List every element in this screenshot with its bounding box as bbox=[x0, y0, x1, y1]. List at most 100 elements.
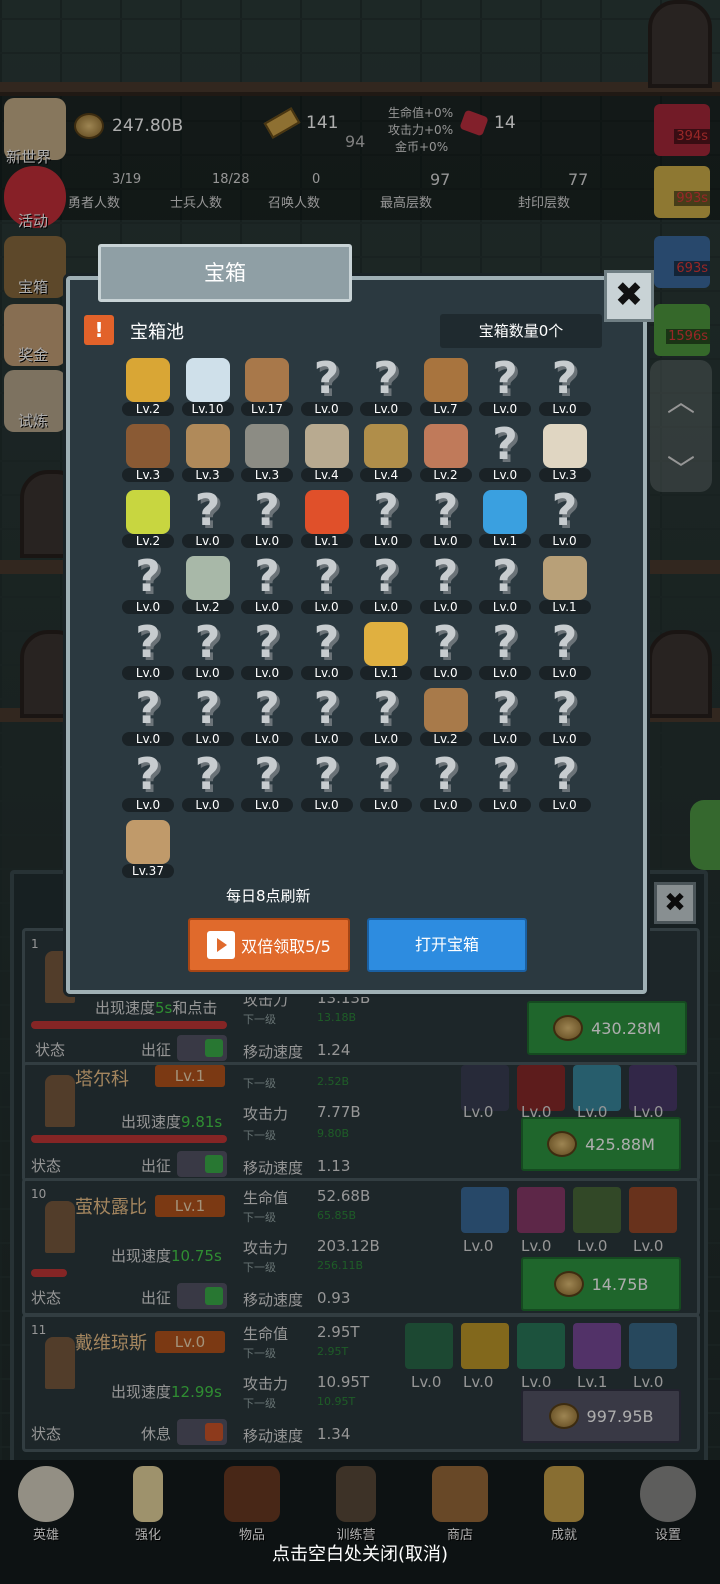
chest-item-cell[interactable]: Lv.4 bbox=[297, 422, 357, 486]
chest-item-cell[interactable]: Lv.37 bbox=[118, 818, 178, 882]
item-level: Lv.1 bbox=[360, 666, 412, 680]
unknown-item-icon: ? bbox=[492, 551, 518, 602]
chest-item-cell[interactable]: ? Lv.0 bbox=[237, 488, 297, 552]
video-play-icon bbox=[207, 931, 236, 959]
chest-item-cell[interactable]: ? Lv.0 bbox=[178, 752, 238, 816]
chest-item-cell[interactable]: ? Lv.0 bbox=[356, 554, 416, 618]
chest-item-cell[interactable]: ? Lv.0 bbox=[416, 554, 476, 618]
unknown-item-icon: ? bbox=[551, 617, 578, 668]
chest-item-cell[interactable]: Lv.1 bbox=[297, 488, 357, 552]
unknown-item-icon: ? bbox=[373, 353, 399, 404]
chest-item-cell[interactable]: ? Lv.0 bbox=[356, 488, 416, 552]
chest-item-cell[interactable]: ? Lv.0 bbox=[178, 620, 238, 684]
short-sword-icon bbox=[185, 424, 230, 468]
unknown-item-icon: ? bbox=[551, 683, 578, 734]
item-level: Lv.1 bbox=[479, 534, 531, 548]
chest-item-cell[interactable]: ? Lv.0 bbox=[237, 554, 297, 618]
chest-item-cell[interactable]: Lv.3 bbox=[118, 422, 178, 486]
chest-item-cell[interactable]: ? Lv.0 bbox=[535, 488, 595, 552]
unknown-item-icon: ? bbox=[432, 551, 459, 602]
chest-item-cell[interactable]: ? Lv.0 bbox=[356, 686, 416, 750]
item-level: Lv.0 bbox=[241, 600, 293, 614]
chest-item-cell[interactable]: ? Lv.0 bbox=[237, 686, 297, 750]
chest-item-cell[interactable]: ? Lv.0 bbox=[475, 752, 535, 816]
item-level: Lv.0 bbox=[479, 732, 531, 746]
item-level: Lv.0 bbox=[419, 534, 472, 548]
unknown-item-icon: ? bbox=[373, 551, 399, 602]
unknown-item-icon: ? bbox=[551, 485, 578, 536]
chest-item-cell[interactable]: ? Lv.0 bbox=[475, 554, 535, 618]
chest-item-cell[interactable]: ? Lv.0 bbox=[297, 752, 357, 816]
chest-item-cell[interactable]: ? Lv.0 bbox=[237, 620, 297, 684]
item-level: Lv.0 bbox=[122, 798, 174, 812]
diamond-icon bbox=[185, 358, 230, 402]
chest-item-cell[interactable]: ? Lv.0 bbox=[535, 686, 595, 750]
chest-item-cell[interactable]: ? Lv.0 bbox=[178, 488, 238, 552]
unknown-item-icon: ? bbox=[254, 551, 280, 602]
wood-sword-icon bbox=[245, 358, 289, 402]
chest-item-cell[interactable]: Lv.3 bbox=[535, 422, 595, 486]
unknown-item-icon: ? bbox=[313, 749, 340, 800]
unknown-item-icon: ? bbox=[313, 617, 340, 668]
chest-item-cell[interactable]: Lv.3 bbox=[237, 422, 297, 486]
chest-item-cell[interactable]: Lv.2 bbox=[118, 356, 178, 420]
chest-item-cell[interactable]: ? Lv.0 bbox=[535, 620, 595, 684]
unknown-item-icon: ? bbox=[492, 353, 518, 404]
chest-item-cell[interactable]: Lv.2 bbox=[416, 686, 476, 750]
chest-item-cell[interactable]: Lv.2 bbox=[178, 554, 238, 618]
chest-item-cell[interactable]: ? Lv.0 bbox=[535, 356, 595, 420]
double-claim-button[interactable]: 双倍领取5/5 bbox=[188, 918, 350, 972]
chest-item-cell[interactable]: ? Lv.0 bbox=[356, 752, 416, 816]
chest-item-cell[interactable]: Lv.2 bbox=[118, 488, 178, 552]
chest-item-cell[interactable]: ? Lv.0 bbox=[535, 752, 595, 816]
item-level: Lv.2 bbox=[122, 534, 174, 548]
chest-item-cell[interactable]: ? Lv.0 bbox=[297, 554, 357, 618]
chest-item-cell[interactable]: ? Lv.0 bbox=[416, 488, 476, 552]
blue-potion-icon bbox=[483, 490, 527, 534]
item-level: Lv.0 bbox=[538, 534, 591, 548]
chest-item-cell[interactable]: Lv.7 bbox=[416, 356, 476, 420]
close-icon[interactable]: ✖ bbox=[604, 270, 654, 322]
chest-item-cell[interactable]: Lv.2 bbox=[416, 422, 476, 486]
chest-item-cell[interactable]: ? Lv.0 bbox=[475, 356, 535, 420]
chest-item-cell[interactable]: Lv.1 bbox=[535, 554, 595, 618]
chest-item-cell[interactable]: ? Lv.0 bbox=[297, 686, 357, 750]
unknown-item-icon: ? bbox=[432, 617, 459, 668]
chest-item-cell[interactable]: Lv.17 bbox=[237, 356, 297, 420]
chest-item-cell[interactable]: ? Lv.0 bbox=[475, 422, 535, 486]
item-level: Lv.0 bbox=[181, 798, 234, 812]
item-level: Lv.0 bbox=[419, 600, 472, 614]
chest-item-cell[interactable]: ? Lv.0 bbox=[118, 686, 178, 750]
chest-item-cell[interactable]: ? Lv.0 bbox=[475, 620, 535, 684]
chest-item-cell[interactable]: Lv.1 bbox=[356, 620, 416, 684]
unknown-item-icon: ? bbox=[492, 683, 518, 734]
chest-item-cell[interactable]: Lv.3 bbox=[178, 422, 238, 486]
chest-item-cell[interactable]: ? Lv.0 bbox=[416, 620, 476, 684]
chest-item-cell[interactable]: ? Lv.0 bbox=[237, 752, 297, 816]
chest-item-cell[interactable]: ? Lv.0 bbox=[297, 620, 357, 684]
chest-item-cell[interactable]: ? Lv.0 bbox=[118, 752, 178, 816]
unknown-item-icon: ? bbox=[254, 617, 280, 668]
item-level: Lv.0 bbox=[360, 600, 412, 614]
yellow-potion-icon bbox=[126, 490, 170, 534]
open-chest-button[interactable]: 打开宝箱 bbox=[367, 918, 527, 972]
chest-item-cell[interactable]: ? Lv.0 bbox=[297, 356, 357, 420]
item-level: Lv.10 bbox=[181, 402, 234, 416]
chest-item-cell[interactable]: Lv.10 bbox=[178, 356, 238, 420]
chest-item-cell[interactable]: Lv.1 bbox=[475, 488, 535, 552]
chest-item-cell[interactable]: ? Lv.0 bbox=[118, 620, 178, 684]
chest-item-cell[interactable]: ? Lv.0 bbox=[416, 752, 476, 816]
iron-helmet-icon bbox=[245, 424, 289, 468]
unknown-item-icon: ? bbox=[313, 353, 340, 404]
unknown-item-icon: ? bbox=[551, 749, 578, 800]
unknown-item-icon: ? bbox=[313, 683, 340, 734]
chest-item-cell[interactable]: ? Lv.0 bbox=[356, 356, 416, 420]
item-level: Lv.2 bbox=[181, 600, 234, 614]
chest-item-cell[interactable]: ? Lv.0 bbox=[475, 686, 535, 750]
chest-item-cell[interactable]: ? Lv.0 bbox=[178, 686, 238, 750]
chest-item-cell[interactable]: Lv.4 bbox=[356, 422, 416, 486]
item-level: Lv.0 bbox=[538, 732, 591, 746]
item-level: Lv.3 bbox=[122, 468, 174, 482]
chest-item-cell[interactable]: ? Lv.0 bbox=[118, 554, 178, 618]
warning-icon[interactable]: ! bbox=[84, 315, 114, 345]
